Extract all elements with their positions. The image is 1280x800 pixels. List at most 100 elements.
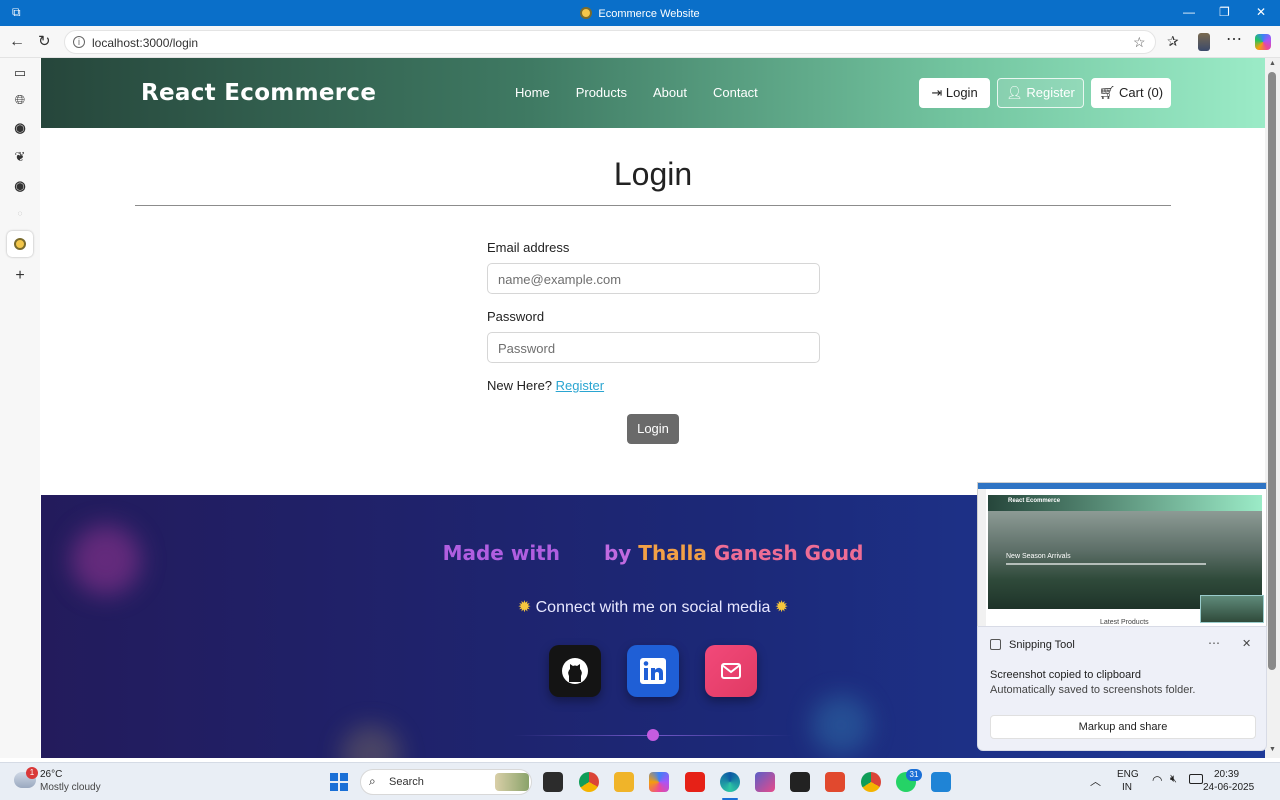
active-tab-icon xyxy=(14,238,26,250)
preview-titlebar xyxy=(978,483,1266,489)
active-tab[interactable] xyxy=(7,231,33,257)
site-favicon-icon xyxy=(580,7,593,19)
mail-icon xyxy=(721,663,741,679)
start-icon[interactable] xyxy=(330,773,348,791)
file-explorer-icon[interactable] xyxy=(614,772,634,792)
new-here-text: New Here? Register xyxy=(487,378,605,393)
small-tab-icon[interactable]: ◌ xyxy=(12,206,28,222)
language-2[interactable]: IN xyxy=(1122,782,1132,793)
close-notification-icon[interactable]: ✕ xyxy=(1242,637,1251,650)
nav-link-home[interactable]: Home xyxy=(515,85,550,100)
site-navbar: React Ecommerce Home Products About Contact… xyxy=(41,58,1265,128)
password-field[interactable]: Password xyxy=(487,332,820,363)
linkedin-icon xyxy=(640,658,666,684)
favorite-star-icon[interactable]: ☆ xyxy=(1133,34,1146,51)
teams-icon[interactable] xyxy=(755,772,775,792)
nav-login-button[interactable]: ⇥ Login xyxy=(919,78,990,108)
profile-avatar-icon[interactable] xyxy=(1198,33,1210,51)
close-icon[interactable]: ✕ xyxy=(1256,5,1266,19)
screenshot-preview[interactable]: React Ecommerce New Season Arrivals Late… xyxy=(977,482,1267,627)
page-scrollbar[interactable]: ▲ ▼ xyxy=(1265,58,1280,758)
nav-link-products[interactable]: Products xyxy=(576,85,627,100)
restore-icon[interactable]: ❐ xyxy=(1219,5,1230,19)
nav-register-button[interactable]: 👤︎ Register xyxy=(997,78,1084,108)
login-icon: ⇥ xyxy=(931,85,943,100)
markup-share-button[interactable]: Markup and share xyxy=(990,715,1256,739)
sun-icon: ✹ xyxy=(517,599,532,616)
language-1[interactable]: ENG xyxy=(1117,769,1139,780)
brand-logo[interactable]: React Ecommerce xyxy=(141,80,376,106)
scroll-up-icon[interactable]: ▲ xyxy=(1269,60,1276,67)
minimize-icon[interactable]: — xyxy=(1183,5,1195,19)
weather-badge: 1 xyxy=(26,767,38,779)
github-link[interactable] xyxy=(549,645,601,697)
preview-navbar: React Ecommerce xyxy=(988,495,1262,511)
app-tab-icon[interactable]: ❦ xyxy=(12,149,28,165)
more-options-icon[interactable]: ⋯ xyxy=(1226,32,1242,48)
globe-icon[interactable]: 🌐︎ xyxy=(12,92,28,108)
login-submit-button[interactable]: Login xyxy=(627,414,679,444)
nav-link-about[interactable]: About xyxy=(653,85,687,100)
footer-glow xyxy=(811,695,871,755)
github-tab-2-icon[interactable]: ◉ xyxy=(12,178,28,194)
window-titlebar: ⧉ Ecommerce Website — ❐ ✕ xyxy=(0,0,1280,26)
browser-toolbar: ← ↻ i localhost:3000/login ☆ ✰ ⋯ xyxy=(0,26,1280,58)
search-highlight-icon xyxy=(495,773,529,791)
github-tab-icon[interactable]: ◉ xyxy=(12,120,28,136)
address-bar[interactable]: i localhost:3000/login ☆ xyxy=(64,30,1156,54)
new-tab-icon[interactable]: + xyxy=(12,268,28,284)
copilot-icon[interactable] xyxy=(1255,34,1271,50)
search-icon: ⌕ xyxy=(369,774,376,788)
copilot-taskbar-icon[interactable] xyxy=(649,772,669,792)
scroll-down-icon[interactable]: ▼ xyxy=(1269,746,1276,753)
office-icon[interactable] xyxy=(825,772,845,792)
site-info-icon[interactable]: i xyxy=(73,36,85,48)
github-icon xyxy=(562,658,588,684)
clock-time[interactable]: 20:39 xyxy=(1214,769,1239,780)
footer-dot xyxy=(647,729,659,741)
snipping-tool-notification: Snipping Tool ⋯ ✕ Screenshot copied to c… xyxy=(977,626,1267,751)
linkedin-link[interactable] xyxy=(627,645,679,697)
sun-icon: ✹ xyxy=(774,599,789,616)
title-divider xyxy=(135,205,1171,206)
clock-date[interactable]: 24-06-2025 xyxy=(1203,782,1254,793)
email-label: Email address xyxy=(487,240,570,255)
register-link[interactable]: Register xyxy=(556,378,604,393)
chevron-up-icon[interactable]: ︿ xyxy=(1090,773,1101,789)
email-link[interactable] xyxy=(705,645,757,697)
nav-cart-button[interactable]: 🛒︎ Cart (0) xyxy=(1091,78,1171,108)
address-url: localhost:3000/login xyxy=(92,36,199,50)
youtube-icon[interactable] xyxy=(685,772,705,792)
back-icon[interactable]: ← xyxy=(9,34,25,50)
tab-panel-icon[interactable]: ▭ xyxy=(12,65,28,81)
user-plus-icon: 👤︎ xyxy=(1006,85,1023,100)
cart-icon: 🛒︎ xyxy=(1098,85,1116,100)
preview-sidebar xyxy=(978,489,986,626)
password-label: Password xyxy=(487,309,545,324)
edge-icon[interactable] xyxy=(720,772,740,792)
weather-desc[interactable]: Mostly cloudy xyxy=(40,782,101,793)
more-options-icon[interactable]: ⋯ xyxy=(1208,636,1220,650)
weather-temp[interactable]: 26°C xyxy=(40,769,62,780)
footer-glow xyxy=(341,725,401,758)
preview-banner-text xyxy=(1006,563,1206,565)
nav-link-contact[interactable]: Contact xyxy=(713,85,758,100)
chrome-icon[interactable] xyxy=(579,772,599,792)
favorites-icon[interactable]: ✰ xyxy=(1167,34,1179,48)
snipping-tool-icon xyxy=(990,639,1001,650)
scrollbar-thumb[interactable] xyxy=(1268,72,1276,670)
task-view-icon[interactable] xyxy=(543,772,563,792)
email-field[interactable]: name@example.com xyxy=(487,263,820,294)
wifi-icon[interactable]: ◠ xyxy=(1152,773,1162,787)
windows-taskbar: 1 26°C Mostly cloudy ⌕ Search 31 ︿ ENG I… xyxy=(0,762,1280,800)
whatsapp-badge: 31 xyxy=(906,769,922,781)
page-title: Login xyxy=(613,156,693,192)
vscode-icon[interactable] xyxy=(931,772,951,792)
taskbar-search[interactable]: ⌕ Search xyxy=(360,769,532,795)
app-s-icon[interactable] xyxy=(790,772,810,792)
refresh-icon[interactable]: ↻ xyxy=(38,34,51,49)
chrome-profile-icon[interactable] xyxy=(861,772,881,792)
nav-links: Home Products About Contact xyxy=(515,85,784,100)
battery-icon[interactable] xyxy=(1189,774,1203,784)
volume-muted-icon[interactable]: 🔇︎ xyxy=(1170,773,1177,786)
